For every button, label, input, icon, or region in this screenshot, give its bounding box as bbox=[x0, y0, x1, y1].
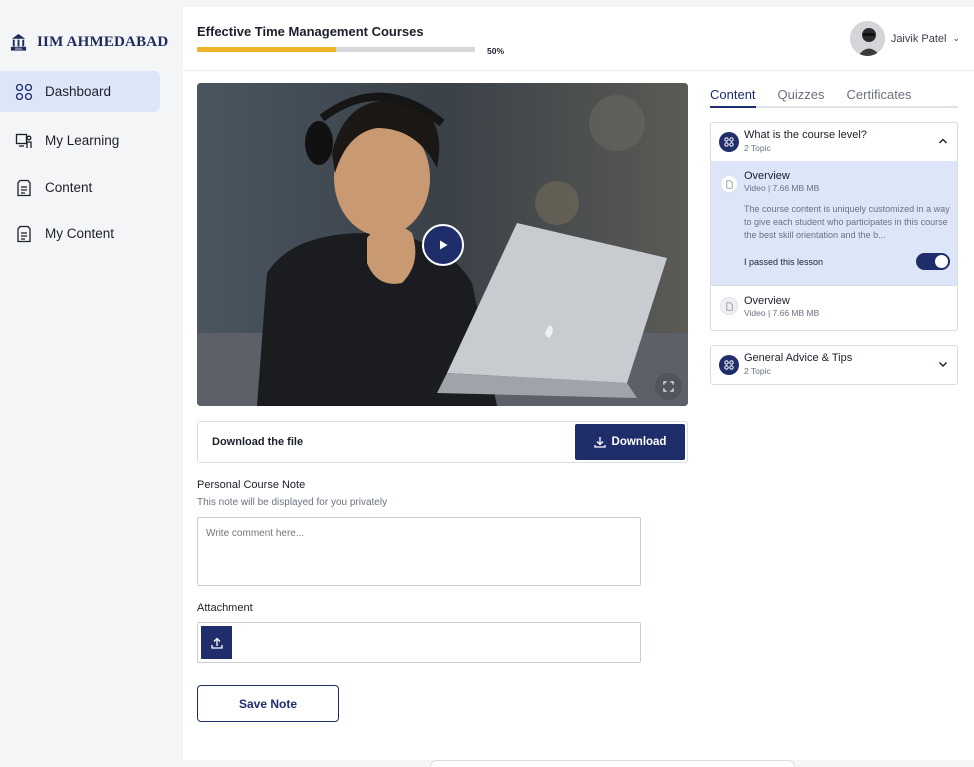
section-icon bbox=[719, 355, 739, 375]
passed-label: I passed this lesson bbox=[744, 256, 824, 267]
section-icon bbox=[719, 132, 739, 152]
course-progress-bar bbox=[197, 47, 475, 52]
video-player[interactable] bbox=[197, 83, 688, 406]
upload-button[interactable] bbox=[201, 626, 232, 659]
svg-text:IIMA: IIMA bbox=[15, 47, 23, 51]
sidebar-item-label: My Learning bbox=[45, 133, 120, 148]
iima-emblem-icon: IIMA bbox=[10, 33, 27, 51]
attachment-field[interactable] bbox=[197, 622, 641, 663]
note-title: Personal Course Note bbox=[197, 479, 306, 491]
sidebar: IIMA IIM AHMEDABAD Dashboard My Learning… bbox=[0, 0, 183, 767]
avatar bbox=[849, 21, 885, 56]
sidebar-item-my-learning[interactable]: My Learning bbox=[0, 120, 160, 161]
fullscreen-icon bbox=[663, 381, 674, 392]
course-section: What is the course level? 2 Topic Overvi… bbox=[710, 122, 958, 331]
play-icon bbox=[440, 240, 448, 250]
sidebar-item-dashboard[interactable]: Dashboard bbox=[0, 71, 160, 112]
user-menu[interactable]: Jaivik Patel ⌄ bbox=[849, 21, 960, 56]
main-panel: Effective Time Management Courses 50% Ja… bbox=[183, 7, 974, 760]
lesson-meta: Video | 7.66 MB MB bbox=[744, 183, 820, 193]
bottom-panel-edge bbox=[430, 760, 795, 767]
attachment-title: Attachment bbox=[197, 602, 253, 614]
sidebar-item-label: Content bbox=[45, 180, 93, 195]
chevron-up-icon bbox=[939, 138, 947, 144]
note-input[interactable] bbox=[197, 517, 641, 586]
brand-logo[interactable]: IIMA IIM AHMEDABAD bbox=[9, 33, 168, 52]
download-button[interactable]: Download bbox=[575, 424, 685, 460]
course-progress-fill bbox=[197, 47, 336, 52]
course-header: Effective Time Management Courses 50% Ja… bbox=[183, 7, 974, 71]
passed-toggle[interactable] bbox=[916, 253, 950, 270]
document-icon bbox=[17, 179, 31, 196]
download-row: Download the file Download bbox=[197, 421, 688, 463]
grid-icon bbox=[15, 83, 33, 100]
tab-quizzes[interactable]: Quizzes bbox=[778, 87, 825, 106]
sidebar-item-label: My Content bbox=[45, 226, 115, 241]
content-tabs: Content Quizzes Certificates bbox=[710, 87, 958, 108]
file-icon bbox=[720, 175, 738, 193]
chevron-down-icon: ⌄ bbox=[952, 33, 960, 43]
sidebar-item-label: Dashboard bbox=[45, 84, 112, 99]
toggle-knob bbox=[935, 255, 948, 268]
section-topic-count: 2 Topic bbox=[744, 366, 771, 376]
note-subtitle: This note will be displayed for you priv… bbox=[197, 497, 388, 508]
download-icon bbox=[593, 437, 606, 448]
section-title: General Advice & Tips bbox=[744, 352, 853, 364]
play-button[interactable] bbox=[422, 224, 464, 266]
grid-icon bbox=[724, 360, 734, 370]
lesson-description: The course content is uniquely customize… bbox=[744, 204, 950, 240]
user-name: Jaivik Patel bbox=[890, 32, 947, 45]
download-button-label: Download bbox=[611, 436, 667, 448]
tab-certificates[interactable]: Certificates bbox=[847, 87, 912, 106]
course-section: General Advice & Tips 2 Topic bbox=[710, 345, 958, 385]
course-progress-label: 50% bbox=[487, 46, 505, 56]
section-header[interactable]: General Advice & Tips 2 Topic bbox=[711, 346, 957, 384]
section-header[interactable]: What is the course level? 2 Topic bbox=[711, 123, 957, 161]
chevron-down-icon bbox=[939, 362, 947, 367]
learning-board-icon bbox=[15, 133, 32, 148]
document-icon bbox=[17, 225, 31, 242]
lesson-meta: Video | 7.66 MB MB bbox=[744, 308, 820, 318]
file-icon bbox=[720, 297, 738, 315]
lesson-passed-row: I passed this lesson bbox=[744, 253, 950, 270]
lesson-item[interactable]: Overview Video | 7.66 MB MB The course c… bbox=[711, 161, 957, 285]
download-label: Download the file bbox=[212, 436, 304, 448]
section-topic-count: 2 Topic bbox=[744, 143, 771, 153]
lesson-item[interactable]: Overview Video | 7.66 MB MB bbox=[711, 285, 957, 330]
course-title: Effective Time Management Courses bbox=[197, 24, 424, 39]
section-title: What is the course level? bbox=[744, 129, 867, 141]
save-note-button[interactable]: Save Note bbox=[197, 685, 339, 722]
grid-icon bbox=[724, 137, 734, 147]
sidebar-item-content[interactable]: Content bbox=[0, 167, 160, 208]
lesson-title: Overview bbox=[744, 295, 790, 307]
brand-name: IIM AHMEDABAD bbox=[37, 34, 169, 50]
tab-content[interactable]: Content bbox=[710, 87, 756, 108]
sidebar-item-my-content[interactable]: My Content bbox=[0, 213, 160, 254]
lesson-title: Overview bbox=[744, 170, 790, 182]
fullscreen-button[interactable] bbox=[655, 373, 682, 400]
upload-icon bbox=[210, 637, 223, 649]
